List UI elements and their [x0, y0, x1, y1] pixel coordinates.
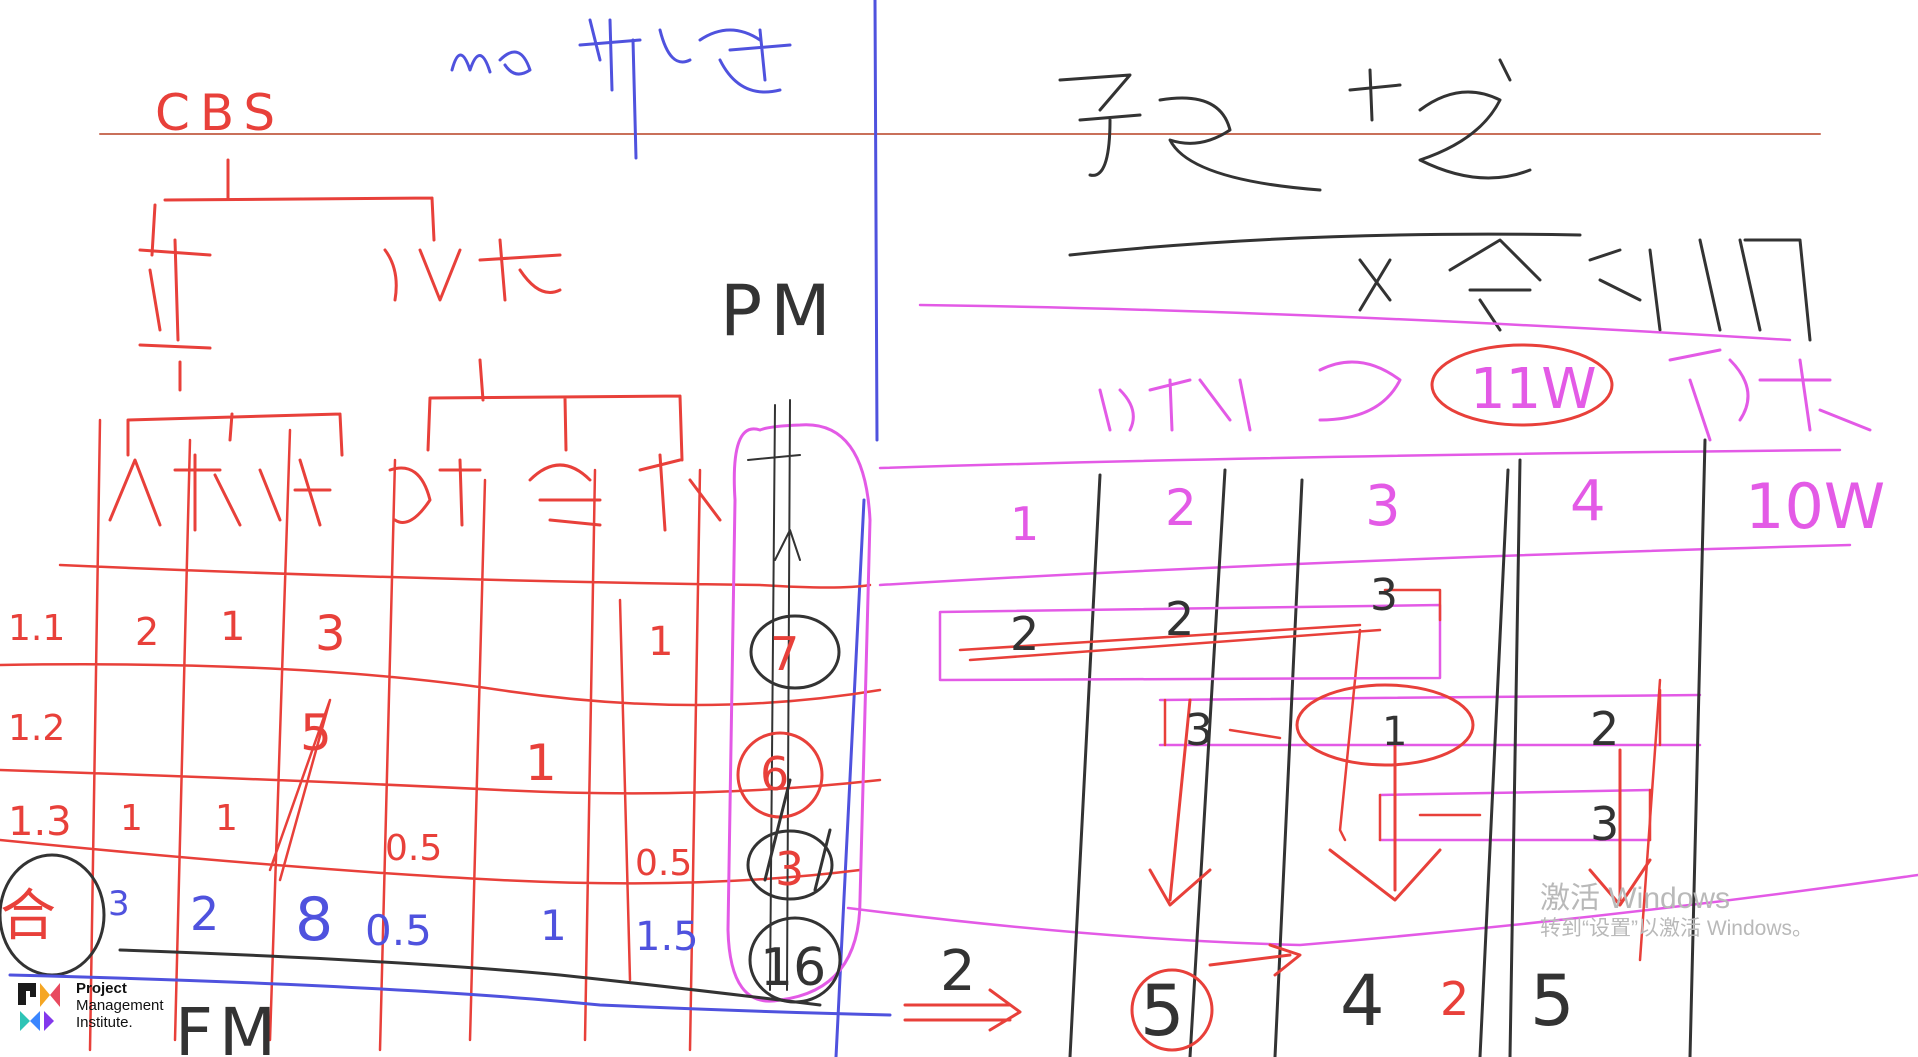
sum-c1: 3 [108, 884, 130, 924]
cell-r1-c1: 2 [135, 610, 159, 654]
cell-r3-c6: 0.5 [635, 843, 692, 884]
cell-r2-c3: 5 [300, 704, 332, 762]
blue-tick [631, 38, 638, 160]
cell-r3-c4: 0.5 [385, 828, 442, 869]
cell-r3-c2: 1 [215, 798, 238, 839]
bar-value-6: 2 [1590, 702, 1619, 756]
sum-c6: 1.5 [635, 914, 699, 960]
row-label-1: 1.1 [8, 608, 65, 649]
bottom-arrows [1208, 943, 1302, 977]
cell-r2-total: 6 [760, 747, 789, 801]
budget-title-scribble [1058, 58, 1532, 192]
cbs-label: CBS [155, 84, 285, 142]
time-value-3: 3 [1365, 474, 1401, 539]
cbs-tree-lines [126, 158, 684, 462]
bar-value-2: 2 [1165, 592, 1194, 646]
pmi-logo-line-1: Project [76, 980, 127, 997]
cell-r1-total: 7 [770, 627, 799, 681]
table-grid [0, 418, 882, 1052]
time-value-1: 1 [1010, 497, 1039, 551]
sum-c3: 8 [295, 885, 333, 955]
sum-c5: 1 [540, 901, 567, 950]
direct-cost-scribble [138, 238, 212, 350]
pmi-logo-icon [18, 982, 60, 1031]
indirect-cost-scribble [383, 238, 562, 302]
bottom-value-2: 5 [1140, 970, 1185, 1052]
bar-value-3: 3 [1370, 570, 1398, 621]
circled-11w: 11W [1470, 357, 1597, 422]
fm-label: FM [175, 994, 282, 1057]
grand-total: 16 [760, 938, 826, 998]
row-label-3: 1.3 [8, 799, 72, 845]
time-value-2: 2 [1165, 479, 1197, 537]
sum-c2: 2 [190, 887, 219, 941]
blue-title-scribble [450, 18, 792, 94]
windows-activation-watermark: 激活 Windows 转到“设置”以激活 Windows。 [1540, 882, 1813, 941]
row-label-2: 1.2 [8, 708, 65, 749]
time-header-scribble [1098, 360, 1402, 432]
cumulative-scribble [1668, 348, 1872, 442]
bottom-value-1: 2 [940, 939, 976, 1004]
bar-value-5: 1 [1382, 709, 1407, 755]
total-10w: 10W [1745, 470, 1885, 543]
fund-plan-scribble [1358, 238, 1812, 342]
sum-c4: 0.5 [365, 906, 432, 955]
time-value-4: 4 [1570, 469, 1606, 534]
category-scribbles [108, 453, 722, 532]
cell-r1-c3: 3 [315, 606, 346, 662]
total-column-oval [726, 423, 872, 1003]
watermark-line-2: 转到“设置”以激活 Windows。 [1540, 916, 1814, 940]
cell-r1-c6: 1 [648, 619, 673, 665]
pmi-logo-line-2: Management [76, 997, 164, 1014]
pmi-logo: Project Management Institute. [16, 980, 164, 1031]
cell-r2-c5: 1 [525, 734, 557, 792]
watermark-line-1: 激活 Windows [1540, 882, 1731, 915]
total-column-lines [747, 399, 801, 991]
cell-r3-total: 3 [775, 842, 804, 896]
cell-r3-c1: 1 [120, 798, 143, 839]
bottom-value-3: 4 [1340, 960, 1385, 1042]
pmi-logo-line-3: Institute. [76, 1014, 133, 1031]
bar-value-7: 3 [1590, 797, 1619, 851]
bar-value-4: 3 [1185, 705, 1213, 756]
cell-r1-c2: 1 [220, 604, 245, 650]
pm-label: PM [720, 270, 839, 352]
bar-value-1: 2 [1010, 607, 1039, 661]
bottom-value-5: 5 [1530, 960, 1575, 1042]
bottom-value-4: 2 [1440, 972, 1469, 1026]
sum-label-scribble: 合 [0, 884, 56, 949]
